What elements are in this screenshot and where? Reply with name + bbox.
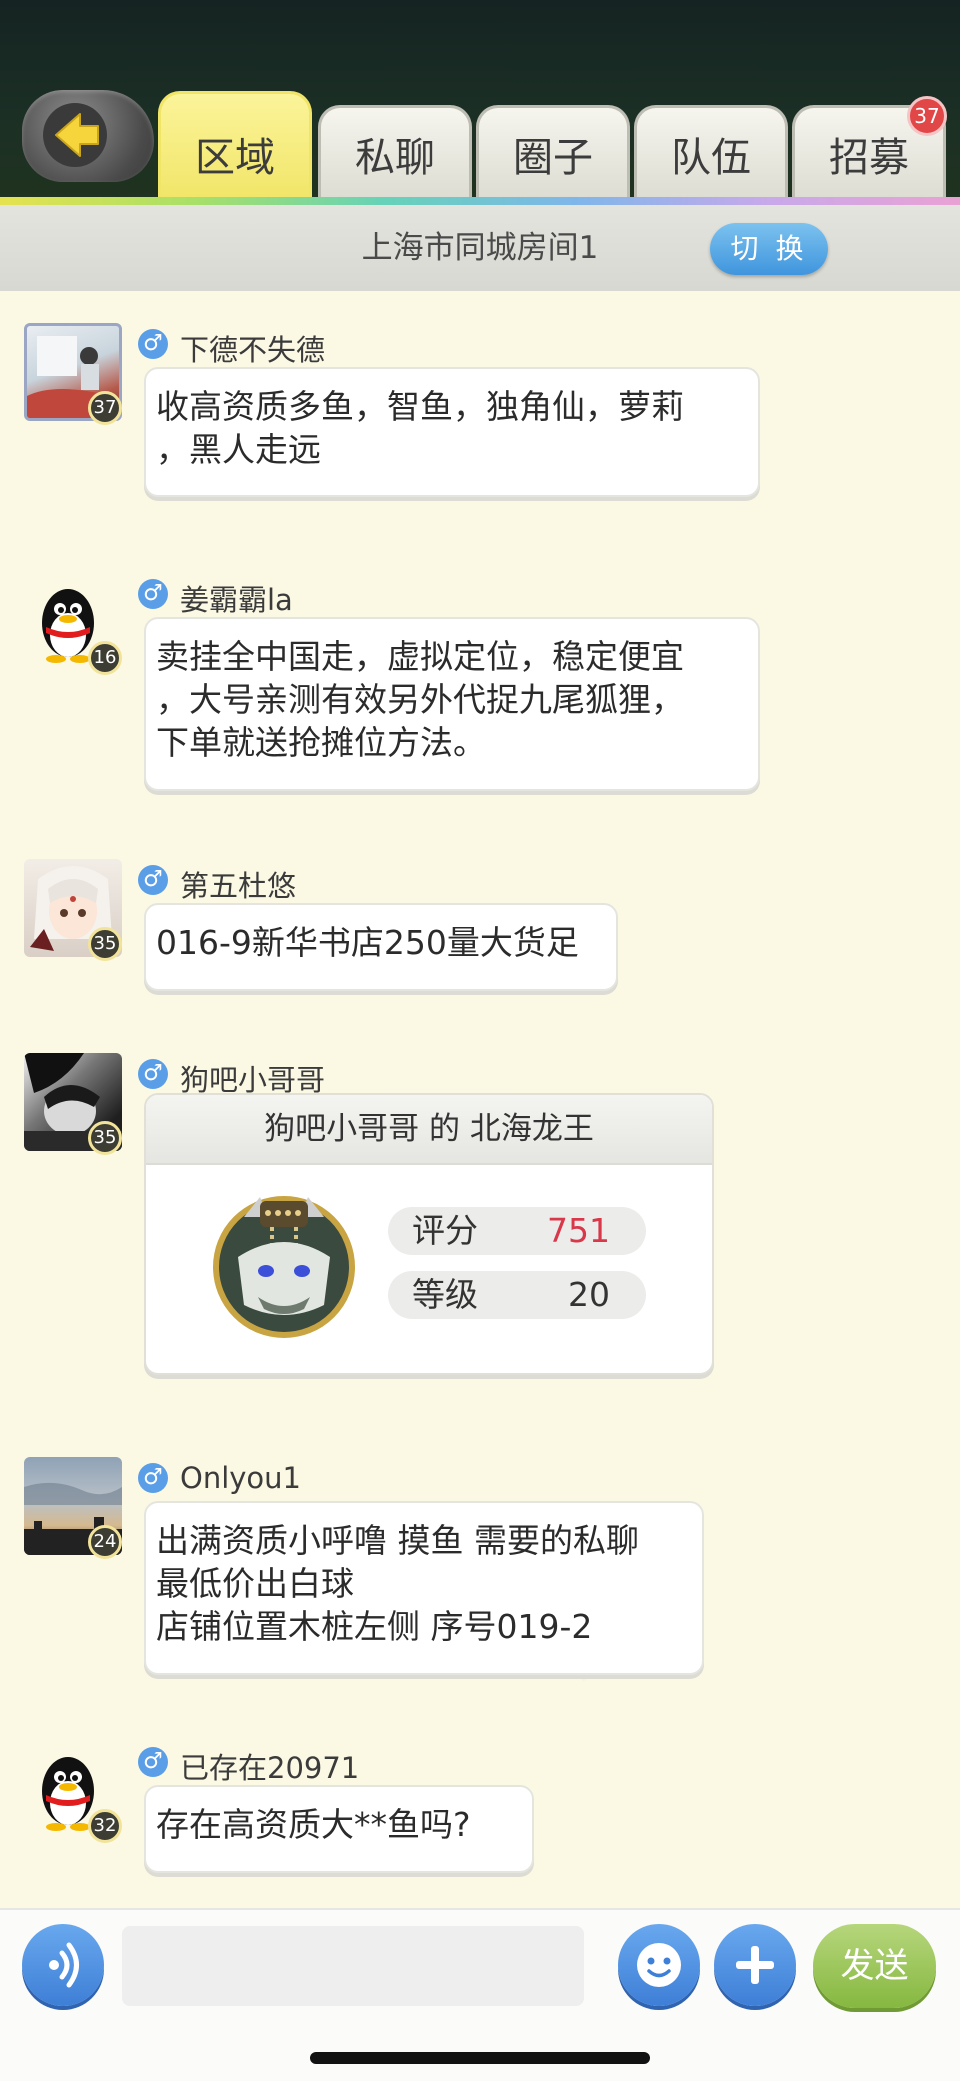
composer-bar: 发送 [0, 1908, 960, 2081]
grade-stat: 等级 20 [388, 1271, 646, 1319]
message-text: 最低价出白球 [156, 1564, 354, 1603]
voice-input-button[interactable] [22, 1924, 104, 2006]
score-stat: 评分 751 [388, 1207, 646, 1255]
male-icon: ♂ [138, 579, 168, 609]
dragon-king-pet-icon [213, 1196, 355, 1338]
message-input[interactable] [122, 1926, 584, 2006]
tab-label: 招募 [829, 135, 909, 181]
message-text: 店铺位置木桩左侧 序号019-2 [156, 1607, 593, 1646]
add-attachment-button[interactable] [714, 1924, 796, 2006]
tab-recruit[interactable]: 招募 37 [792, 96, 947, 200]
level-badge: 32 [88, 1809, 122, 1843]
message-text: 卖挂全中国走，虚拟定位，稳定便宜 [156, 637, 684, 676]
message-text: ，黑人走远 [156, 430, 321, 469]
message-text: 存在高资质大**鱼吗? [156, 1805, 471, 1844]
message-text: 收高资质多鱼，智鱼，独角仙，萝莉 [156, 387, 684, 426]
message-bubble[interactable]: 存在高资质大**鱼吗? [144, 1785, 534, 1873]
tab-label: 队伍 [671, 135, 751, 181]
message-text: 下单就送抢摊位方法。 [156, 723, 486, 762]
message-text: 016-9新华书店250量大货足 [156, 923, 579, 962]
switch-room-button[interactable]: 切 换 [710, 223, 828, 275]
pet-card-title: 狗吧小哥哥 的 北海龙王 [146, 1095, 712, 1165]
tab-circle[interactable]: 圈子 [476, 105, 630, 200]
message-text: ，大号亲测有效另外代捉九尾狐狸， [156, 680, 684, 719]
chat-list[interactable]: 妖 妖 37 ♂ 下德不失德 收高资质多鱼，智鱼，独角仙，萝莉 ，黑人走远 [0, 291, 960, 1908]
home-indicator [310, 2052, 650, 2064]
tab-label: 区域 [195, 135, 275, 181]
male-icon: ♂ [138, 1747, 168, 1777]
score-value: 751 [547, 1211, 610, 1250]
score-label: 评分 [412, 1211, 478, 1250]
message-bubble[interactable]: 卖挂全中国走，虚拟定位，稳定便宜 ，大号亲测有效另外代捉九尾狐狸， 下单就送抢摊… [144, 617, 760, 791]
level-badge: 24 [88, 1525, 122, 1559]
message-text: 出满资质小呼噜 摸鱼 需要的私聊 [156, 1521, 639, 1560]
tab-label: 私聊 [355, 135, 435, 181]
top-header: 区域 私聊 圈子 队伍 招募 37 [0, 0, 960, 205]
emoji-button[interactable] [618, 1924, 700, 2006]
username[interactable]: 第五杜悠 [180, 863, 296, 905]
voice-wave-icon [49, 1942, 79, 1988]
tab-team[interactable]: 队伍 [634, 105, 788, 200]
room-bar: 上海市同城房间1 切 换 [0, 205, 960, 291]
level-badge: 16 [88, 641, 122, 675]
username[interactable]: 姜霸霸la [180, 577, 293, 619]
username[interactable]: Onlyou1 [180, 1461, 301, 1495]
tab-label: 圈子 [513, 135, 593, 181]
message-bubble[interactable]: 收高资质多鱼，智鱼，独角仙，萝莉 ，黑人走远 [144, 367, 760, 497]
tab-private-chat[interactable]: 私聊 [318, 105, 472, 200]
male-icon: ♂ [138, 1463, 168, 1493]
male-icon: ♂ [138, 865, 168, 895]
message-bubble[interactable]: 出满资质小呼噜 摸鱼 需要的私聊 最低价出白球 店铺位置木桩左侧 序号019-2 [144, 1501, 704, 1675]
header-divider [0, 197, 960, 205]
smiley-icon [637, 1943, 681, 1987]
username[interactable]: 已存在20971 [180, 1745, 359, 1787]
message-bubble[interactable]: 016-9新华书店250量大货足 [144, 903, 618, 991]
grade-label: 等级 [412, 1275, 478, 1314]
level-badge: 35 [88, 1121, 122, 1155]
tab-region[interactable]: 区域 [158, 91, 312, 202]
back-arrow-icon [43, 103, 107, 167]
level-badge: 35 [88, 927, 122, 961]
level-badge: 37 [88, 391, 122, 425]
notification-badge: 37 [907, 96, 947, 136]
pet-share-card[interactable]: 狗吧小哥哥 的 北海龙王 评分 751 等级 20 [144, 1093, 714, 1375]
grade-value: 20 [568, 1275, 610, 1314]
send-button[interactable]: 发送 [813, 1924, 936, 2008]
plus-icon [736, 1946, 774, 1984]
male-icon: ♂ [138, 1059, 168, 1089]
male-icon: ♂ [138, 329, 168, 359]
username[interactable]: 下德不失德 [180, 327, 325, 369]
back-button[interactable] [22, 90, 154, 182]
